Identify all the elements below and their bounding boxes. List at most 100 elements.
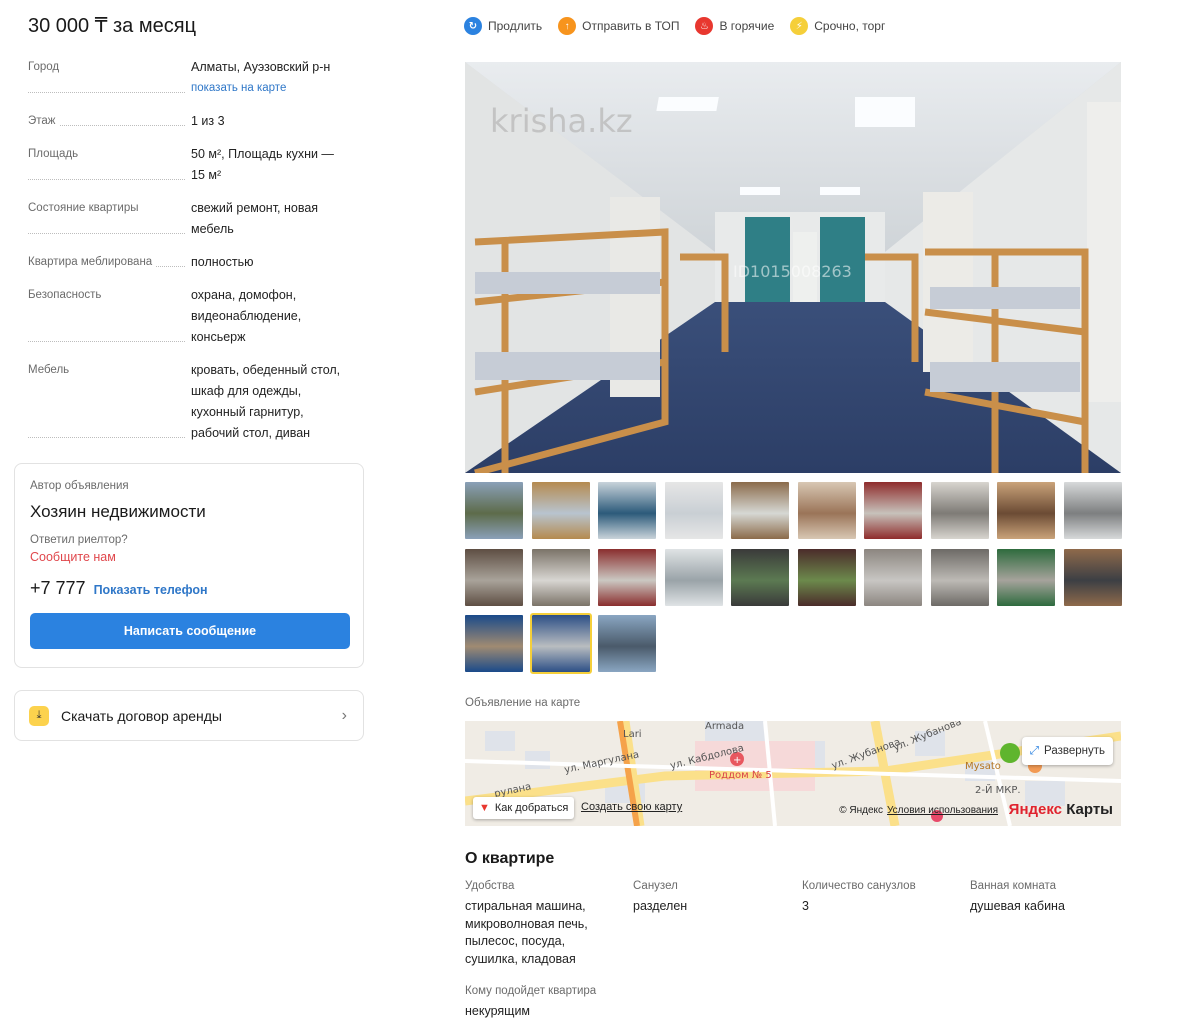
listing-actions: ↻ Продлить ↑ Отправить в ТОП ♨ В горячие… [464, 17, 885, 35]
about-value: разделен [633, 899, 688, 913]
photo-thumbnail[interactable] [598, 615, 656, 672]
property-row: Город Алматы, Ауэзовский р-н показать на … [28, 57, 358, 99]
author-label: Автор объявления [30, 480, 129, 492]
about-item: Санузел разделен [633, 879, 793, 916]
about-item: Кому подойдет квартира некурящим [465, 984, 625, 1021]
photo-thumbnail[interactable] [930, 548, 989, 606]
download-contract-button[interactable]: ⤓ Скачать договор аренды › [14, 690, 364, 741]
main-photo[interactable]: krisha.kz ID1015008263 [465, 62, 1121, 473]
terms-link[interactable]: Условия использования [887, 805, 998, 816]
fire-icon: ♨ [695, 17, 714, 35]
photo-thumbnail[interactable] [797, 482, 856, 539]
route-label: Как добраться [494, 802, 569, 814]
author-card: Автор объявления Хозяин недвижимости Отв… [14, 463, 364, 668]
about-value: стиральная машина, микроволновая печь, п… [465, 899, 588, 966]
photo-thumbnail[interactable] [864, 548, 922, 606]
action-urgent[interactable]: ⚡ Срочно, торг [790, 17, 885, 35]
chevron-right-icon: › [341, 706, 347, 724]
about-key: Кому подойдет квартира [465, 985, 597, 997]
map-label: Объявление на карте [465, 697, 581, 709]
action-extend[interactable]: ↻ Продлить [464, 17, 542, 35]
show-phone-link[interactable]: Показать телефон [94, 583, 208, 597]
photo-thumbnail[interactable] [997, 548, 1055, 606]
expand-icon: ⤢ [1029, 744, 1040, 757]
svg-text:+: + [733, 755, 741, 766]
photo-thumbnail[interactable] [1063, 548, 1122, 606]
photo-thumbnail[interactable] [864, 482, 922, 539]
photo-thumbnail[interactable] [598, 482, 656, 539]
yandex-brand: Яндекс [1008, 801, 1063, 818]
property-row: Этаж 1 из 3 [28, 111, 358, 132]
action-label: Отправить в ТОП [582, 19, 680, 33]
photo-thumbnail[interactable] [664, 482, 723, 539]
property-value: полностью [191, 255, 254, 269]
realtor-question: Ответил риелтор? [30, 534, 128, 546]
property-value: 1 из 3 [191, 114, 225, 128]
photo-thumbnail[interactable] [731, 548, 789, 606]
download-icon: ⤓ [29, 705, 49, 726]
photo-thumbnail[interactable] [465, 482, 523, 539]
show-on-map-link[interactable]: показать на карте [191, 78, 351, 99]
about-key: Удобства [465, 880, 515, 892]
report-link[interactable]: Сообщите нам [30, 550, 348, 564]
about-title: О квартире [465, 850, 555, 867]
about-value: душевая кабина [970, 899, 1065, 913]
property-row: Состояние квартиры свежий ремонт, новая … [28, 198, 358, 240]
yandex-maps-logo[interactable]: Яндекс Карты [1009, 801, 1113, 818]
map-label-armada: Armada [705, 721, 744, 732]
author-name: Хозяин недвижимости [30, 502, 206, 521]
photo-thumbnail[interactable] [1063, 482, 1122, 539]
property-key: Площадь [28, 148, 82, 160]
expand-map-label: Развернуть [1044, 745, 1105, 757]
action-top[interactable]: ↑ Отправить в ТОП [558, 17, 679, 35]
photo-thumbnail[interactable] [465, 615, 523, 672]
property-row: Квартира меблирована полностью [28, 252, 358, 273]
property-row: Мебель кровать, обеденный стол, шкаф для… [28, 360, 358, 444]
photo-thumbnail[interactable] [531, 548, 590, 606]
photo-thumbnail[interactable] [465, 548, 523, 606]
action-hot[interactable]: ♨ В горячие [695, 17, 774, 35]
map-label-hospital: Роддом № 5 [709, 770, 772, 781]
write-message-button[interactable]: Написать сообщение [30, 613, 350, 649]
photo-thumbnail[interactable] [731, 482, 789, 539]
about-item: Количество санузлов 3 [802, 879, 962, 916]
about-value: 3 [802, 899, 809, 913]
property-key: Этаж [28, 115, 59, 127]
about-key: Ванная комната [970, 880, 1057, 892]
map-label-lari: Lari [623, 729, 642, 740]
copyright-text: © Яндекс [839, 805, 883, 816]
listing-id-mark: ID1015008263 [733, 262, 852, 281]
map-widget[interactable]: + Armada Lari Роддом № 5 Mysato 2-Й МКР.… [465, 721, 1121, 826]
maps-brand: Карты [1066, 801, 1113, 818]
property-list: Город Алматы, Ауэзовский р-н показать на … [28, 57, 358, 456]
photo-thumbnail[interactable] [531, 482, 590, 539]
property-key: Мебель [28, 364, 73, 376]
photo-thumbnail[interactable] [997, 482, 1055, 539]
map-label-district: 2-Й МКР. [975, 783, 1021, 796]
property-value: кровать, обеденный стол, шкаф для одежды… [191, 363, 341, 440]
watermark: krisha.kz [490, 102, 633, 140]
action-label: Продлить [488, 19, 543, 33]
expand-map-button[interactable]: ⤢ Развернуть [1021, 737, 1113, 765]
map-copyright: © Яндекс Условия использования [839, 805, 998, 816]
create-map-link[interactable]: Создать свою карту [581, 801, 682, 813]
price: 30 000 ₸ за месяц [28, 15, 197, 37]
property-value: Алматы, Ауэзовский р-н [191, 60, 331, 74]
map-label-mysato: Mysato [965, 761, 1001, 772]
property-key: Состояние квартиры [28, 202, 142, 214]
photo-thumbnail[interactable] [529, 613, 592, 674]
property-key: Город [28, 61, 63, 73]
property-key: Квартира меблирована [28, 256, 156, 268]
photo-thumbnail[interactable] [598, 548, 656, 606]
pin-icon: ▼ [479, 802, 490, 814]
property-value: свежий ремонт, новая мебель [191, 201, 319, 236]
arrow-up-icon: ↑ [558, 17, 577, 35]
dormitory-photo: krisha.kz ID1015008263 [465, 62, 1121, 473]
photo-thumbnail[interactable] [797, 548, 856, 606]
photo-thumbnail[interactable] [930, 482, 989, 539]
property-value: 50 м², Площадь кухни — 15 м² [191, 147, 334, 182]
refresh-icon: ↻ [464, 17, 482, 35]
route-button[interactable]: ▼ Как добраться [473, 797, 575, 819]
action-label: В горячие [719, 19, 775, 33]
photo-thumbnail[interactable] [664, 548, 723, 606]
